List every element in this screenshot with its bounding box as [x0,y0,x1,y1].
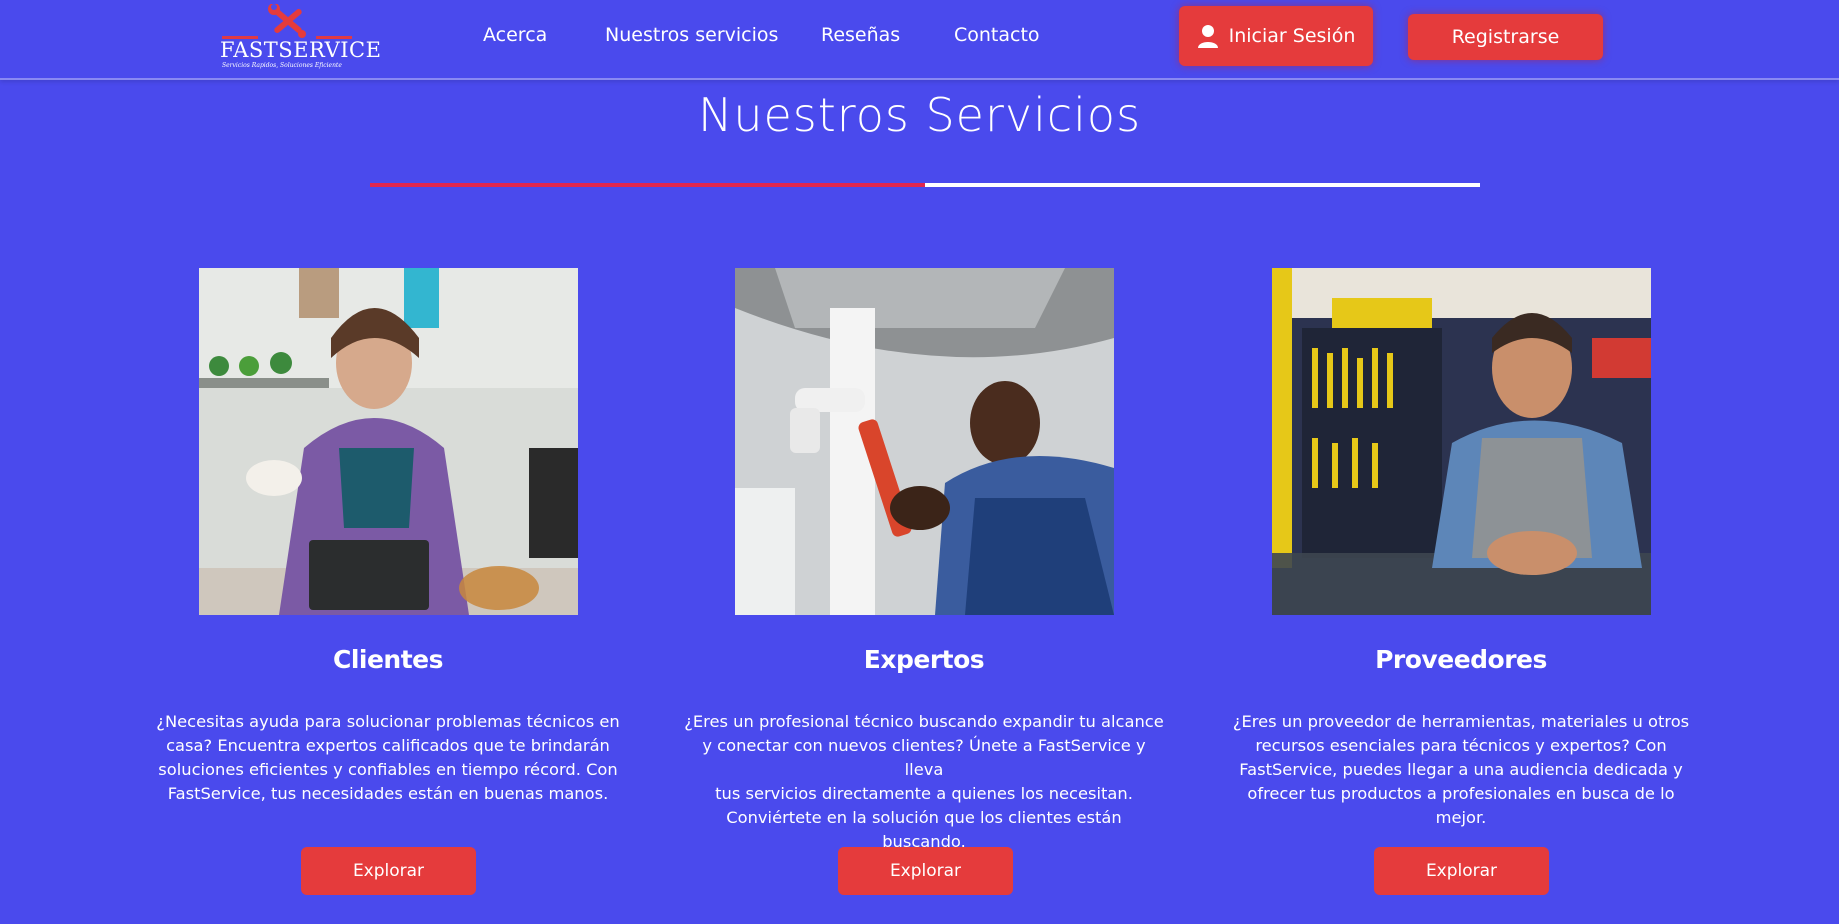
clientes-line: soluciones eficientes y confiables en ti… [158,760,618,779]
nav-link-servicios[interactable]: Nuestros servicios [605,24,778,46]
proveedores-description: ¿Eres un proveedor de herramientas, mate… [1221,710,1701,830]
proveedores-image [1272,268,1651,615]
clientes-line: casa? Encuentra expertos calificados que… [166,736,610,755]
user-icon [1197,24,1219,48]
nav-link-resenas[interactable]: Reseñas [821,24,900,46]
proveedores-title: Proveedores [1375,645,1547,674]
expertos-image [735,268,1114,615]
login-label: Iniciar Sesión [1228,25,1356,47]
proveedores-explore-button[interactable]: Explorar [1374,847,1549,895]
proveedores-line: ofrecer tus productos a profesionales en… [1247,784,1675,827]
clientes-explore-button[interactable]: Explorar [301,847,476,895]
title-divider-red [370,183,925,187]
expertos-title: Expertos [863,645,985,674]
logo-text: FASTSERVICE [220,38,382,62]
wrench-screwdriver-icon [268,4,306,38]
clientes-line: ¿Necesitas ayuda para solucionar problem… [156,712,620,731]
login-button[interactable]: Iniciar Sesión [1179,6,1373,66]
nav-link-contacto[interactable]: Contacto [954,24,1040,46]
expertos-line: tus servicios directamente a quienes los… [715,784,1133,803]
title-divider-white [925,183,1480,187]
clientes-image [199,268,578,615]
clientes-description: ¿Necesitas ayuda para solucionar problem… [148,710,628,806]
clientes-line: FastService, tus necesidades están en bu… [167,784,609,803]
expertos-line: y conectar con nuevos clientes? Únete a … [702,736,1146,779]
proveedores-line: recursos esenciales para técnicos y expe… [1255,736,1667,755]
proveedores-line: FastService, puedes llegar a una audienc… [1239,760,1683,779]
expertos-explore-button[interactable]: Explorar [838,847,1013,895]
clientes-title: Clientes [332,645,444,674]
expertos-description: ¿Eres un profesional técnico buscando ex… [684,710,1164,854]
proveedores-line: ¿Eres un proveedor de herramientas, mate… [1232,712,1690,731]
nav-link-acerca[interactable]: Acerca [483,24,547,46]
site-header: FASTSERVICE Servicios Rapidos, Solucione… [0,0,1839,80]
register-button[interactable]: Registrarse [1408,14,1603,60]
expertos-line: ¿Eres un profesional técnico buscando ex… [684,712,1164,731]
logo[interactable]: FASTSERVICE Servicios Rapidos, Solucione… [220,4,382,70]
section-title: Nuestros Servicios [697,88,1142,142]
logo-tagline: Servicios Rapidos, Soluciones Eficiente [222,62,342,69]
